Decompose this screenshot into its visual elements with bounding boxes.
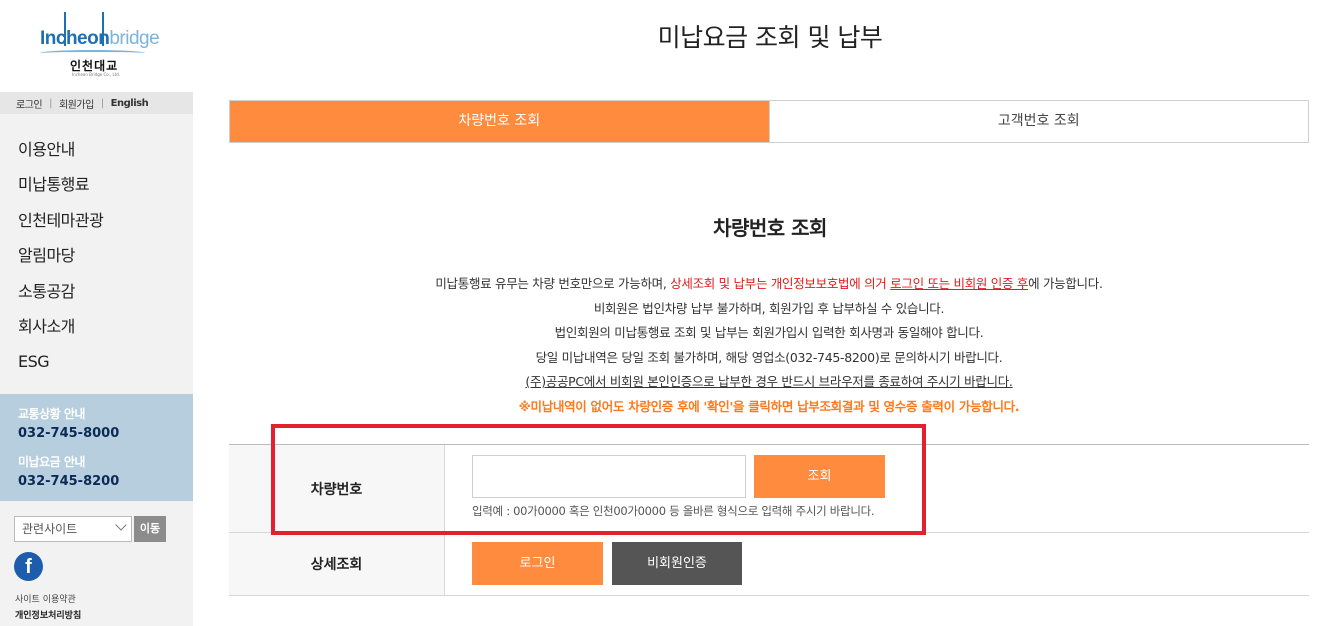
detail-label: 상세조회 <box>229 533 445 595</box>
english-link[interactable]: English <box>111 98 149 109</box>
terms-link[interactable]: 사이트 이용약관 <box>15 592 76 605</box>
notice-line: 법인회원의 미납통행료 조회 및 납부는 회원가입시 입력한 회사명과 동일해야… <box>554 325 984 340</box>
main-nav: 이용안내 미납통행료 인천테마관광 알림마당 소통공감 회사소개 ESG <box>0 132 193 380</box>
plate-label: 차량번호 <box>229 445 445 532</box>
nav-item-unpaid-toll[interactable]: 미납통행료 <box>0 167 193 202</box>
plate-number-input[interactable] <box>472 455 746 498</box>
logo-wordmark: Incheonbridge <box>40 28 160 49</box>
search-button[interactable]: 조회 <box>754 455 885 498</box>
fee-info-label: 미납요금 안내 <box>18 455 85 469</box>
page-title: 미납요금 조회 및 납부 <box>657 23 883 52</box>
form-row-plate: 차량번호 조회 입력예 : 00가0000 혹은 인천00가0000 등 올바른… <box>229 445 1309 533</box>
nav-item-company[interactable]: 회사소개 <box>0 309 193 344</box>
logo-name-en: Incheon Bridge Co., Ltd. <box>72 72 121 77</box>
form-row-detail: 상세조회 로그인 비회원인증 <box>229 533 1309 596</box>
notice-text: 미납통행료 유무는 차량 번호만으로 가능하며, 상세조회 및 납부는 개인정보… <box>229 272 1309 419</box>
input-example-hint: 입력예 : 00가0000 혹은 인천00가0000 등 올바른 형식으로 입력… <box>472 504 875 518</box>
nav-item-communication[interactable]: 소통공감 <box>0 274 193 309</box>
sidebar: Incheonbridge 인천대교 Incheon Bridge Co., L… <box>0 0 193 626</box>
contact-info-box: 교통상황 안내 032-745-8000 미납요금 안내 032-745-820… <box>0 394 193 501</box>
traffic-info-label: 교통상황 안내 <box>18 407 85 421</box>
facebook-icon[interactable]: f <box>14 552 43 581</box>
nav-item-esg[interactable]: ESG <box>0 344 193 379</box>
wave-icon <box>40 50 145 56</box>
tab-customer-number[interactable]: 고객번호 조회 <box>768 101 1308 142</box>
login-link[interactable]: 로그인 <box>16 96 43 111</box>
search-tabs: 차량번호 조회 고객번호 조회 <box>229 100 1309 143</box>
related-site-select[interactable]: 관련사이트 <box>14 516 132 542</box>
notice-line-highlight: ※미납내역이 없어도 차량인증 후에 '확인'을 클릭하면 납부조회결과 및 영… <box>518 398 1020 414</box>
notice-line: (주)공공PC에서 비회원 본인인증으로 납부한 경우 반드시 브라우저를 종료… <box>525 374 1013 389</box>
notice-line: 당일 미납내역은 당일 조회 불가하며, 해당 영업소(032-745-8200… <box>535 349 1003 365</box>
privacy-link[interactable]: 개인정보처리방침 <box>15 608 81 621</box>
login-button[interactable]: 로그인 <box>472 542 603 585</box>
section-title: 차량번호 조회 <box>713 216 827 240</box>
nav-item-guide[interactable]: 이용안내 <box>0 132 193 167</box>
nav-item-notice[interactable]: 알림마당 <box>0 238 193 273</box>
search-form: 차량번호 조회 입력예 : 00가0000 혹은 인천00가0000 등 올바른… <box>229 444 1309 596</box>
notice-line: 미납통행료 유무는 차량 번호만으로 가능하며, 상세조회 및 납부는 개인정보… <box>435 276 1103 291</box>
fee-info-phone: 032-745-8200 <box>18 474 120 489</box>
guest-auth-button[interactable]: 비회원인증 <box>612 542 742 585</box>
chevron-down-icon <box>115 519 127 531</box>
notice-line: 비회원은 법인차량 납부 불가하며, 회원가입 후 납부하실 수 있습니다. <box>593 300 945 316</box>
join-link[interactable]: 회원가입 <box>59 96 94 111</box>
top-menu: 로그인 | 회원가입 | English <box>0 92 193 114</box>
tab-vehicle-number[interactable]: 차량번호 조회 <box>230 101 769 142</box>
logo[interactable]: Incheonbridge 인천대교 Incheon Bridge Co., L… <box>0 0 193 92</box>
go-button[interactable]: 이동 <box>134 516 166 542</box>
nav-item-theme-tour[interactable]: 인천테마관광 <box>0 203 193 238</box>
traffic-info-phone: 032-745-8000 <box>18 426 120 441</box>
